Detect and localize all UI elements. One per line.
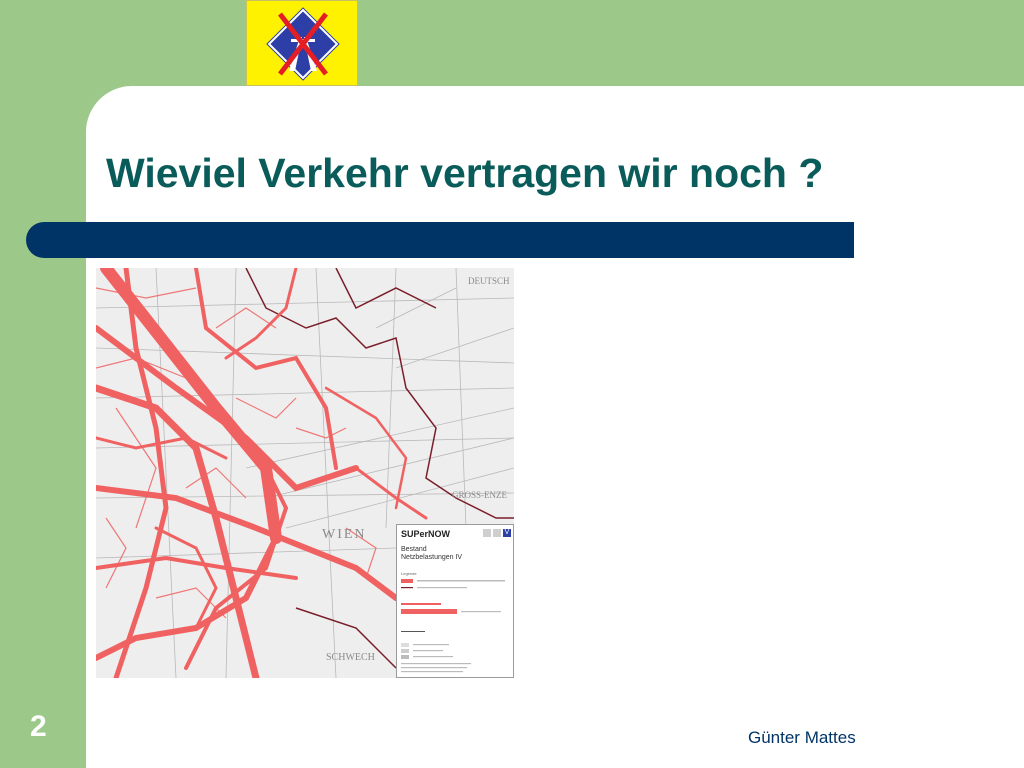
slide-title: Wieviel Verkehr vertragen wir noch ? [106, 150, 824, 196]
slide-number: 2 [30, 710, 47, 743]
legend-subtitle: Netzbelastungen IV [401, 554, 463, 561]
map-label-deutsch: DEUTSCH [468, 276, 510, 286]
legend-symbols: Legende [401, 571, 505, 673]
title-underline-bar [26, 222, 854, 258]
svg-text:Legende: Legende [401, 571, 417, 576]
legend-badge-icon [493, 529, 501, 537]
map-legend: SUPerNOW V Bestand Netzbelastungen IV Le… [396, 524, 514, 678]
map-label-gross-enze: GROSS-ENZE [452, 490, 508, 500]
logo [246, 0, 358, 86]
map-label-schwech: SCHWECH [326, 652, 375, 663]
legend-badge-icon [483, 529, 491, 537]
legend-brand: SUPerNOW [401, 529, 451, 539]
legend-status: Bestand [401, 546, 427, 553]
map-label-wien: WIEN [322, 527, 367, 542]
footer-author: Günter Mattes [748, 728, 856, 747]
legend-badge-icon: V [503, 529, 511, 537]
motorway-crossed-out-icon [266, 7, 340, 81]
